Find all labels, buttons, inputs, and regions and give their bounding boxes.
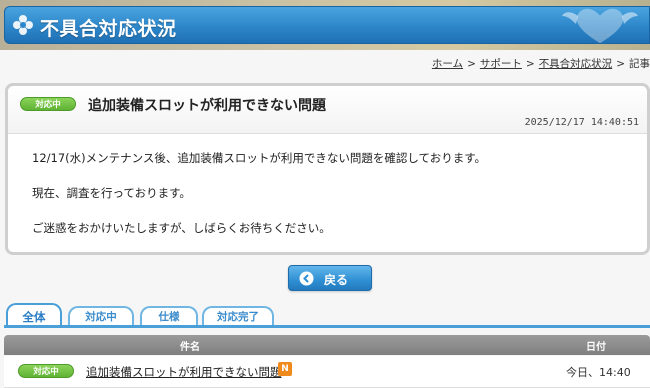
new-badge-icon: N — [278, 362, 292, 376]
status-badge: 対応中 — [18, 364, 74, 378]
article-title: 追加装備スロットが利用できない問題 — [88, 98, 326, 114]
heart-wing-icon — [562, 8, 638, 44]
article-datetime: 2025/12/17 14:40:51 — [524, 117, 639, 128]
column-header-subject: 件名 — [180, 342, 200, 353]
circle-left-arrow-icon — [299, 271, 314, 286]
back-button[interactable]: 戻る — [288, 265, 372, 291]
tab-resolved[interactable]: 対応完了 — [202, 306, 274, 326]
breadcrumb-separator: > — [525, 58, 535, 70]
breadcrumb-home[interactable]: ホーム — [432, 58, 463, 70]
breadcrumb-separator: > — [467, 58, 476, 70]
breadcrumb-separator: > — [616, 58, 625, 70]
breadcrumb-current: 記事 — [629, 58, 650, 70]
flower-icon — [13, 15, 33, 35]
table-row[interactable]: 対応中 追加装備スロットが利用できない問題 N 今日、14:40 — [4, 356, 650, 388]
article-card: 対応中 追加装備スロットが利用できない問題 2025/12/17 14:40:5… — [5, 83, 650, 255]
breadcrumb: ホーム > サポート > 不具合対応状況 > 記事 — [432, 56, 650, 70]
back-button-label: 戻る — [324, 273, 349, 287]
tab-in-progress[interactable]: 対応中 — [68, 306, 134, 326]
row-title-link[interactable]: 追加装備スロットが利用できない問題 — [86, 364, 282, 380]
tabs-underline — [4, 325, 650, 328]
article-header: 対応中 追加装備スロットが利用できない問題 2025/12/17 14:40:5… — [8, 86, 647, 134]
tab-all[interactable]: 全体 — [6, 303, 62, 327]
breadcrumb-bug-status[interactable]: 不具合対応状況 — [539, 58, 613, 70]
article-paragraph: 現在、調査を行っております。 — [32, 186, 191, 200]
article-paragraph: ご迷惑をおかけいたしますが、しばらくお待ちください。 — [32, 221, 331, 235]
tab-specification[interactable]: 仕様 — [140, 306, 198, 326]
row-date: 今日、14:40 — [566, 366, 631, 379]
article-paragraph: 12/17(水)メンテナンス後、追加装備スロットが利用できない問題を確認しており… — [32, 151, 487, 165]
breadcrumb-support[interactable]: サポート — [480, 58, 522, 70]
table-header: 件名 日付 — [4, 335, 650, 355]
page-title: 不具合対応状況 — [40, 18, 177, 40]
article-body: 12/17(水)メンテナンス後、追加装備スロットが利用できない問題を確認しており… — [32, 149, 632, 254]
status-badge: 対応中 — [20, 97, 76, 111]
column-header-date: 日付 — [586, 342, 606, 353]
